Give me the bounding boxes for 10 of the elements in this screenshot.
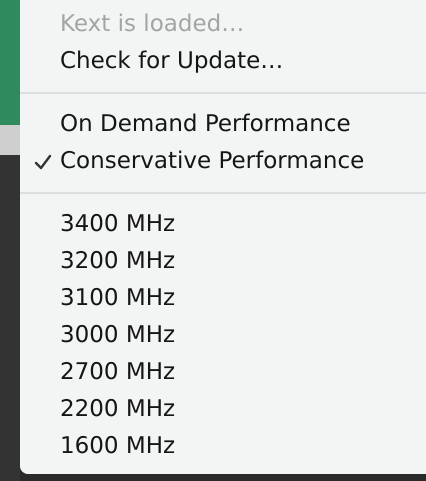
menu-item[interactable]: 3000 MHz <box>60 318 176 353</box>
menu-item[interactable]: Check for Update… <box>60 44 284 79</box>
menu-item[interactable]: Conservative Performance <box>60 144 364 179</box>
menu-item[interactable]: 2200 MHz <box>60 392 176 427</box>
menu-item[interactable]: On Demand Performance <box>60 107 351 142</box>
menu-item[interactable]: 3400 MHz <box>60 207 176 242</box>
menu-item[interactable]: 3100 MHz <box>60 281 176 316</box>
menu-item[interactable]: 3200 MHz <box>60 244 176 279</box>
menu-item[interactable]: 1600 MHz <box>60 429 176 464</box>
menu-item[interactable]: 2700 MHz <box>60 355 176 390</box>
